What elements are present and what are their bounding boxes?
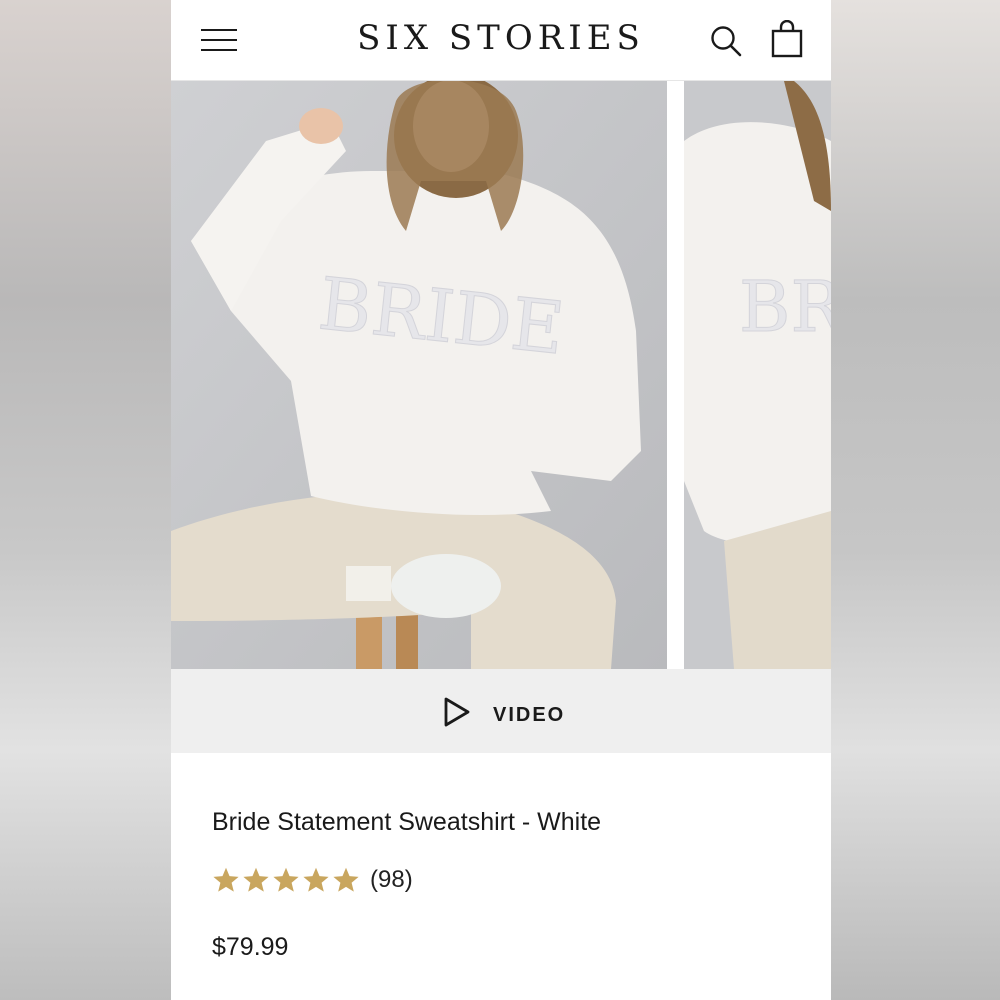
product-title: Bride Statement Sweatshirt - White [212,808,602,836]
svg-text:BR: BR [739,266,831,348]
video-label: VIDEO [493,704,566,726]
background-blur-left [0,0,171,1000]
star-icon [303,867,329,892]
product-image-main[interactable]: BRIDE [171,81,667,669]
star-icon [273,867,299,892]
play-icon [444,697,470,727]
product-rating[interactable]: (98) [212,864,413,896]
shopping-bag-icon[interactable] [769,20,805,58]
product-image-gallery[interactable]: BRIDE BR [171,81,831,669]
star-icon [333,867,359,892]
product-page: SIX STORIES BRIDE BR VIDEO Bride Stateme… [171,0,831,1000]
rating-count: (98) [370,866,413,893]
background-blur-right [831,0,1000,1000]
product-price: $79.99 [212,933,289,961]
video-button[interactable]: VIDEO [171,669,831,753]
star-icon [243,867,269,892]
product-image-secondary[interactable]: BR [684,81,831,669]
star-icon [213,867,239,892]
site-header: SIX STORIES [171,0,831,81]
search-icon[interactable] [709,24,743,58]
